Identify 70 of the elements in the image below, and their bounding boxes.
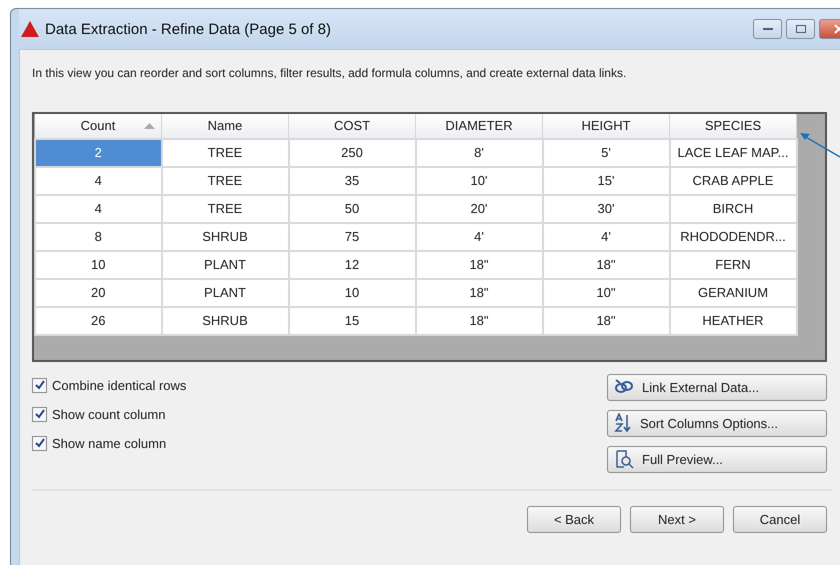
table-cell: 4: [35, 166, 162, 195]
table-cell: 50: [288, 194, 416, 223]
table-cell: GERANIUM: [670, 278, 796, 307]
table-cell: 4: [35, 194, 162, 223]
table-cell: CRAB APPLE: [670, 166, 796, 195]
table-cell: SHRUB: [162, 306, 288, 335]
action-button[interactable]: Sort Columns Options...: [607, 410, 827, 437]
sort-az-icon: [614, 413, 632, 434]
table-cell: TREE: [162, 138, 288, 167]
table-cell: 10: [288, 278, 416, 307]
table-cell: TREE: [162, 166, 288, 195]
table-cell: 15': [542, 166, 670, 195]
checkbox[interactable]: [32, 406, 47, 422]
nav-button[interactable]: Cancel: [733, 506, 827, 533]
table-cell: 2: [35, 138, 162, 167]
table-cell: 20: [35, 278, 162, 307]
table-cell: 10': [416, 166, 542, 195]
checkbox[interactable]: [32, 436, 47, 451]
table-cell: 5': [542, 138, 670, 167]
column-header[interactable]: HEIGHT: [542, 114, 670, 139]
table-cell: 35: [288, 166, 416, 195]
table-cell: 8': [416, 138, 542, 167]
table-cell: 18": [542, 306, 670, 335]
action-button[interactable]: Full Preview...: [607, 446, 827, 473]
table-cell: BIRCH: [670, 194, 796, 223]
table-cell: 8: [35, 222, 162, 251]
table-cell: 10": [542, 278, 670, 307]
description-text: In this view you can reorder and sort columns, filter results, add formula columns, and create external data links.: [32, 66, 628, 82]
action-button[interactable]: Link External Data...: [607, 374, 827, 401]
window-title: Data Extraction - Refine Data (Page 5 of 8): [45, 20, 331, 38]
table-cell: 18": [416, 278, 542, 307]
table-cell: 18": [416, 306, 542, 335]
maximize-button[interactable]: [786, 19, 815, 39]
checkbox[interactable]: [32, 378, 47, 393]
column-header[interactable]: Name: [162, 114, 288, 139]
table-cell: 4': [542, 222, 670, 251]
table-cell: 26: [35, 306, 162, 335]
table-cell: 20': [416, 194, 542, 223]
table-cell: 10: [35, 250, 162, 279]
minimize-icon: [762, 27, 772, 31]
table-cell: PLANT: [162, 278, 288, 307]
table-cell: 75: [288, 222, 416, 251]
column-header[interactable]: COST: [288, 114, 416, 139]
column-header[interactable]: SPECIES: [670, 114, 796, 139]
magnifier-page-icon: [614, 449, 634, 470]
table-cell: HEATHER: [670, 306, 796, 335]
triangle-logo-icon: [21, 21, 39, 37]
table-cell: 15: [288, 306, 416, 335]
table-cell: 18": [416, 250, 542, 279]
table-cell: PLANT: [162, 250, 288, 279]
table-cell: 12: [288, 250, 416, 279]
table-cell: FERN: [670, 250, 796, 279]
minimize-button[interactable]: [753, 19, 782, 39]
table-cell: 30': [542, 194, 670, 223]
nav-button[interactable]: Next >: [630, 506, 724, 533]
checkbox-label: Show count column: [52, 406, 166, 422]
leader-line: [800, 132, 840, 158]
column-header[interactable]: Count: [35, 114, 162, 139]
checkbox-label: Show name column: [52, 436, 166, 451]
table-cell: LACE LEAF MAP...: [670, 138, 796, 167]
table-cell: SHRUB: [162, 222, 288, 251]
table-cell: 250: [288, 138, 416, 167]
nav-button[interactable]: < Back: [527, 506, 621, 533]
maximize-icon: [796, 25, 806, 33]
table-cell: 4': [416, 222, 542, 251]
checkbox-label: Combine identical rows: [52, 378, 186, 393]
table-cell: TREE: [162, 194, 288, 223]
table-cell: RHODODENDR...: [670, 222, 796, 251]
column-header[interactable]: DIAMETER: [416, 114, 542, 139]
table-cell: 18": [542, 250, 670, 279]
